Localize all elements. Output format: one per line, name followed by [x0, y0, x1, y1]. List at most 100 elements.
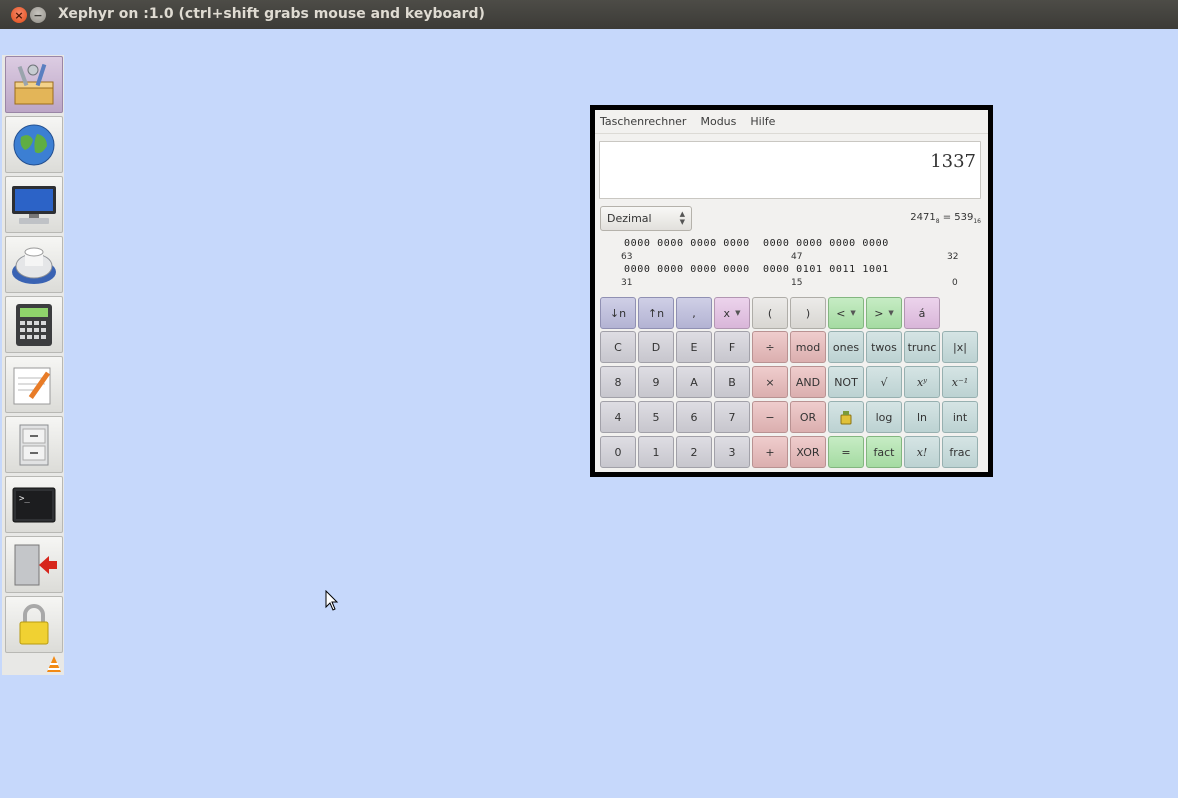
vlc-cone-icon[interactable] — [44, 654, 64, 674]
bit-label-0: 0 — [952, 278, 958, 288]
currency-button[interactable] — [828, 401, 864, 433]
divide-button[interactable]: ÷ — [752, 331, 788, 363]
bit-row-high[interactable]: 0000 0000 0000 0000 0000 0000 0000 0000 — [624, 238, 889, 249]
menubar: Taschenrechner Modus Hilfe — [595, 110, 988, 134]
disk-icon — [12, 247, 56, 284]
power-button[interactable]: xʸ — [904, 366, 940, 398]
key-6[interactable]: 6 — [676, 401, 712, 433]
dropdown-arrow-icon: ▼ — [888, 309, 894, 317]
window-title: Xephyr on :1.0 (ctrl+shift grabs mouse a… — [58, 6, 485, 22]
key-7[interactable]: 7 — [714, 401, 750, 433]
abs-button[interactable]: |x| — [942, 331, 978, 363]
sqrt-button[interactable]: √ — [866, 366, 902, 398]
shift-down-button[interactable]: ↓n — [600, 297, 636, 329]
key-c[interactable]: C — [600, 331, 636, 363]
launcher-item-text-editor[interactable] — [5, 356, 63, 413]
launcher-item-terminal[interactable]: >_ — [5, 476, 63, 533]
key-4[interactable]: 4 — [600, 401, 636, 433]
result-display[interactable]: 1337 — [599, 141, 981, 199]
close-button[interactable]: × — [11, 7, 27, 23]
and-button[interactable]: AND — [790, 366, 826, 398]
mouse-cursor-icon — [325, 590, 339, 611]
file-cabinet-icon — [19, 424, 49, 465]
launcher-item-file-cabinet[interactable] — [5, 416, 63, 473]
menu-modus[interactable]: Modus — [700, 115, 736, 128]
key-5[interactable]: 5 — [638, 401, 674, 433]
menu-taschenrechner[interactable]: Taschenrechner — [600, 115, 686, 128]
calculator-window: Taschenrechner Modus Hilfe 1337 Dezimal … — [590, 105, 993, 477]
trunc-button[interactable]: trunc — [904, 331, 940, 363]
calculator-body: Taschenrechner Modus Hilfe 1337 Dezimal … — [595, 110, 988, 472]
bit-label-31: 31 — [621, 278, 633, 288]
int-button[interactable]: int — [942, 401, 978, 433]
launcher-panel: >_ — [2, 55, 64, 675]
subscript-button[interactable]: x ▼ — [714, 297, 750, 329]
key-2[interactable]: 2 — [676, 436, 712, 468]
text-editor-icon — [13, 367, 51, 404]
close-icon: × — [14, 8, 24, 22]
window-titlebar: × − Xephyr on :1.0 (ctrl+shift grabs mou… — [0, 0, 1178, 29]
bit-label-32: 32 — [947, 252, 959, 262]
menu-hilfe[interactable]: Hilfe — [750, 115, 775, 128]
inverse-button[interactable]: x⁻¹ — [942, 366, 978, 398]
number-base-select[interactable]: Dezimal ▲ ▼ — [600, 206, 692, 231]
key-a[interactable]: A — [676, 366, 712, 398]
key-8[interactable]: 8 — [600, 366, 636, 398]
launcher-item-monitor[interactable] — [5, 176, 63, 233]
mod-button[interactable]: mod — [790, 331, 826, 363]
character-button[interactable]: á — [904, 297, 940, 329]
terminal-icon: >_ — [12, 487, 56, 522]
web-browser-icon — [13, 124, 55, 165]
calculator-icon — [16, 303, 52, 346]
multiply-button[interactable]: × — [752, 366, 788, 398]
key-e[interactable]: E — [676, 331, 712, 363]
xor-button[interactable]: XOR — [790, 436, 826, 468]
system-tools-icon — [14, 63, 54, 104]
subtract-button[interactable]: − — [752, 401, 788, 433]
key-b[interactable]: B — [714, 366, 750, 398]
key-f[interactable]: F — [714, 331, 750, 363]
minimize-button[interactable]: − — [30, 7, 46, 23]
factorial-button[interactable]: x! — [904, 436, 940, 468]
base-conversion: 24718 = 53916 — [910, 212, 981, 225]
launcher-item-disk[interactable] — [5, 236, 63, 293]
fact-button[interactable]: fact — [866, 436, 902, 468]
bit-label-15: 15 — [791, 278, 803, 288]
shift-left-button[interactable]: < ▼ — [828, 297, 864, 329]
monitor-icon — [12, 185, 56, 224]
open-paren-button[interactable]: ( — [752, 297, 788, 329]
log-button[interactable]: log — [866, 401, 902, 433]
logout-icon — [14, 544, 57, 585]
dropdown-arrow-icon: ▼ — [735, 309, 741, 317]
key-9[interactable]: 9 — [638, 366, 674, 398]
twos-complement-button[interactable]: twos — [866, 331, 902, 363]
number-base-value: Dezimal — [607, 212, 652, 225]
shift-right-button[interactable]: > ▼ — [866, 297, 902, 329]
ones-complement-button[interactable]: ones — [828, 331, 864, 363]
launcher-item-system-tools[interactable] — [5, 56, 63, 113]
launcher-item-web-browser[interactable] — [5, 116, 63, 173]
not-button[interactable]: NOT — [828, 366, 864, 398]
launcher-item-lock[interactable] — [5, 596, 63, 653]
shift-up-button[interactable]: ↑n — [638, 297, 674, 329]
bit-label-47: 47 — [791, 252, 803, 262]
launcher-item-calculator[interactable] — [5, 296, 63, 353]
key-d[interactable]: D — [638, 331, 674, 363]
equals-button[interactable]: = — [828, 436, 864, 468]
bit-label-63: 63 — [621, 252, 633, 262]
add-button[interactable]: + — [752, 436, 788, 468]
decimal-point-button[interactable]: , — [676, 297, 712, 329]
ln-button[interactable]: ln — [904, 401, 940, 433]
close-paren-button[interactable]: ) — [790, 297, 826, 329]
updown-arrow-icon: ▲ ▼ — [679, 210, 685, 226]
launcher-item-logout[interactable] — [5, 536, 63, 593]
or-button[interactable]: OR — [790, 401, 826, 433]
key-1[interactable]: 1 — [638, 436, 674, 468]
frac-button[interactable]: frac — [942, 436, 978, 468]
key-3[interactable]: 3 — [714, 436, 750, 468]
bit-row-low[interactable]: 0000 0000 0000 0000 0000 0101 0011 1001 — [624, 264, 889, 275]
lock-icon — [19, 603, 49, 644]
dropdown-arrow-icon: ▼ — [850, 309, 856, 317]
key-0[interactable]: 0 — [600, 436, 636, 468]
money-bag-icon — [840, 411, 852, 425]
